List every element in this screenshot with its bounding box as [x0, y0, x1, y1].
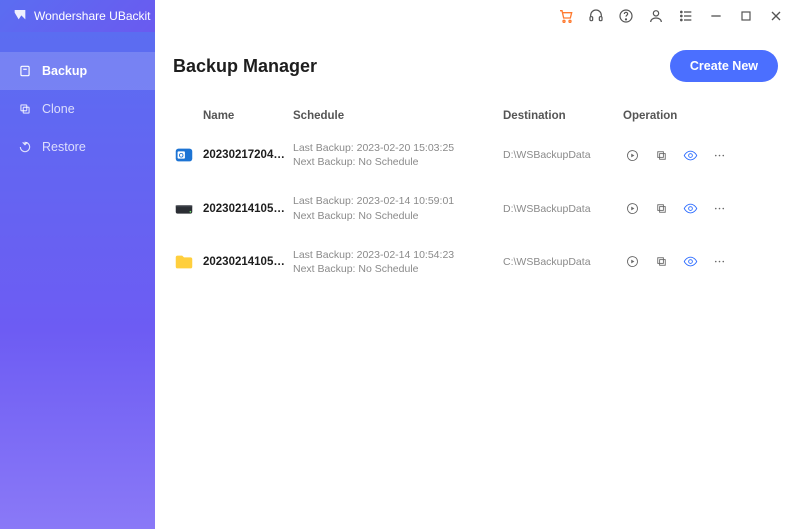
sidebar: Backup Clone Restore [0, 32, 155, 529]
sidebar-item-backup[interactable]: Backup [0, 52, 155, 90]
col-destination: Destination [503, 110, 623, 122]
row-type-icon: O [173, 144, 195, 166]
help-icon[interactable] [618, 8, 634, 24]
row-operations [623, 148, 778, 163]
app-title: Wondershare UBackit [34, 9, 151, 23]
run-backup-icon[interactable] [625, 254, 640, 269]
more-icon[interactable] [712, 148, 727, 163]
row-schedule: Last Backup: 2023-02-14 10:59:01Next Bac… [293, 194, 503, 222]
sidebar-item-clone[interactable]: Clone [0, 90, 155, 128]
cart-icon[interactable] [558, 8, 574, 24]
backup-icon [18, 64, 32, 78]
table-row[interactable]: 20230214105139Last Backup: 2023-02-14 10… [173, 235, 778, 288]
row-name: 20230214105139 [203, 256, 293, 268]
table-row[interactable]: 20230214105901Last Backup: 2023-02-14 10… [173, 181, 778, 234]
row-type-icon [173, 198, 195, 220]
more-icon[interactable] [712, 254, 727, 269]
clone-icon [18, 102, 32, 116]
sidebar-item-label: Clone [42, 102, 75, 116]
row-name: 20230217204855 [203, 149, 293, 161]
run-backup-icon[interactable] [625, 201, 640, 216]
row-type-icon [173, 251, 195, 273]
more-icon[interactable] [712, 201, 727, 216]
close-icon[interactable] [768, 8, 784, 24]
col-operation: Operation [623, 110, 778, 122]
maximize-icon[interactable] [738, 8, 754, 24]
table-row[interactable]: O 20230217204855Last Backup: 2023-02-20 1… [173, 128, 778, 181]
page-title: Backup Manager [173, 56, 317, 77]
row-destination: D:\WSBackupData [503, 203, 623, 215]
list-icon[interactable] [678, 8, 694, 24]
row-schedule: Last Backup: 2023-02-20 15:03:25Next Bac… [293, 141, 503, 169]
sidebar-item-label: Restore [42, 140, 86, 154]
header-row: Backup Manager Create New [173, 50, 778, 82]
run-backup-icon[interactable] [625, 148, 640, 163]
app-brand: Wondershare UBackit [0, 0, 155, 32]
copy-icon[interactable] [654, 201, 669, 216]
view-icon[interactable] [683, 254, 698, 269]
create-new-button[interactable]: Create New [670, 50, 778, 82]
view-icon[interactable] [683, 148, 698, 163]
copy-icon[interactable] [654, 148, 669, 163]
sidebar-item-restore[interactable]: Restore [0, 128, 155, 166]
view-icon[interactable] [683, 201, 698, 216]
svg-text:O: O [179, 152, 184, 159]
row-operations [623, 201, 778, 216]
row-name: 20230214105901 [203, 203, 293, 215]
row-schedule: Last Backup: 2023-02-14 10:54:23Next Bac… [293, 248, 503, 276]
copy-icon[interactable] [654, 254, 669, 269]
row-operations [623, 254, 778, 269]
rows-container: O 20230217204855Last Backup: 2023-02-20 1… [173, 128, 778, 288]
app-body: Backup Clone Restore Backup Manager Crea… [0, 32, 800, 529]
column-header-row: Name Schedule Destination Operation [173, 104, 778, 128]
row-destination: D:\WSBackupData [503, 149, 623, 161]
headset-icon[interactable] [588, 8, 604, 24]
title-bar-actions [155, 8, 790, 24]
minimize-icon[interactable] [708, 8, 724, 24]
main-panel: Backup Manager Create New Name Schedule … [155, 32, 800, 529]
user-icon[interactable] [648, 8, 664, 24]
col-name: Name [203, 110, 293, 122]
restore-icon [18, 140, 32, 154]
col-schedule: Schedule [293, 110, 503, 122]
row-destination: C:\WSBackupData [503, 256, 623, 268]
sidebar-item-label: Backup [42, 64, 87, 78]
app-logo-icon [12, 8, 28, 24]
title-bar: Wondershare UBackit [0, 0, 800, 32]
